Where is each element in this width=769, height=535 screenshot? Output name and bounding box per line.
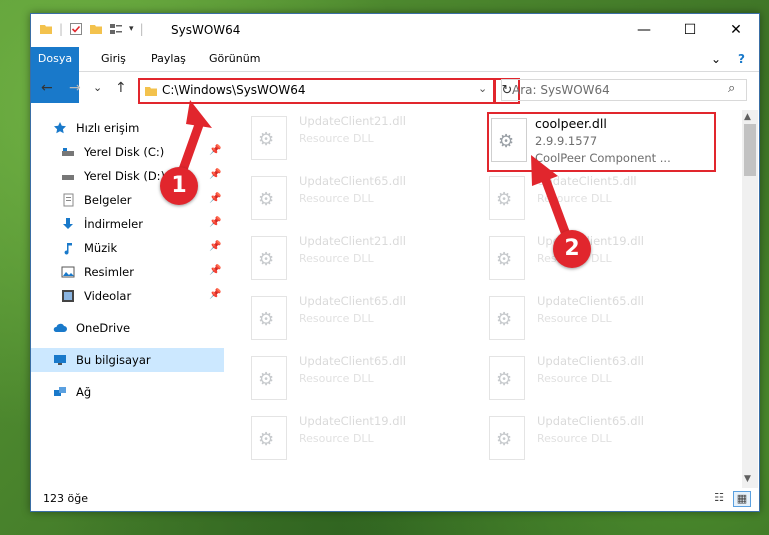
- callout-badge-2: 2: [553, 230, 591, 268]
- callout-arrowhead-1: [186, 100, 212, 128]
- callout-badge-1: 1: [160, 167, 198, 205]
- callout-arrows: [175, 100, 573, 242]
